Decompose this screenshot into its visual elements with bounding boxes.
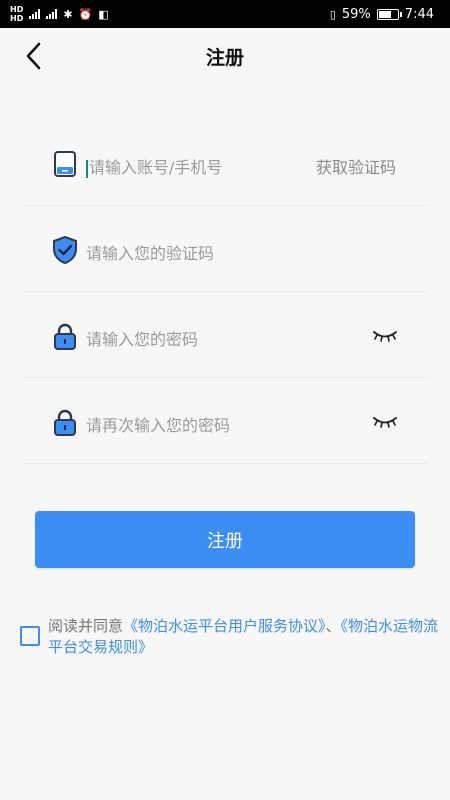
eye-closed-icon[interactable] [372, 328, 398, 342]
nav-bar: 注册 [0, 28, 450, 84]
shield-check-icon [53, 236, 77, 264]
vibrate-icon: ▯ [329, 7, 336, 21]
alarm-icon: ⏰ [78, 7, 93, 21]
account-placeholder: 请输入账号/手机号 [89, 158, 223, 177]
eye-closed-icon[interactable] [372, 414, 398, 428]
agreement-separator: 、 [325, 617, 341, 635]
user-agreement-link[interactable]: 《物泊水运平台用户服务协议》 [123, 617, 326, 635]
back-button[interactable] [18, 40, 48, 72]
page-title: 注册 [205, 46, 244, 69]
account-row: 请输入账号/手机号 获取验证码 [24, 120, 428, 206]
get-code-button[interactable]: 获取验证码 [316, 154, 396, 178]
account-input[interactable]: 请输入账号/手机号 [86, 154, 326, 178]
agreement-prefix: 阅读并同意 [48, 617, 124, 635]
bluetooth-icon: ✱ [63, 7, 73, 21]
battery-icon [376, 8, 402, 20]
hd-indicator: HD HD [10, 5, 24, 23]
phone-icon [54, 151, 76, 177]
battery-percent: 59% [341, 6, 371, 22]
password-row: 请输入您的密码 [24, 292, 428, 378]
signal-icon [29, 9, 41, 19]
chevron-left-icon [26, 42, 41, 70]
register-button[interactable]: 注册 [35, 511, 415, 568]
confirm-password-input[interactable]: 请再次输入您的密码 [86, 412, 326, 436]
clock: 7:44 [404, 6, 434, 22]
confirm-password-row: 请再次输入您的密码 [24, 378, 428, 464]
agreement-text: 阅读并同意《物泊水运平台用户服务协议》、《物泊水运物流平台交易规则》 [48, 616, 440, 658]
nfc-icon: ◧ [98, 7, 109, 21]
status-left: HD HD ✱ ⏰ ◧ [10, 5, 109, 23]
text-cursor [86, 159, 88, 178]
code-input[interactable]: 请输入您的验证码 [86, 240, 326, 264]
lock-icon [54, 409, 76, 436]
code-row: 请输入您的验证码 [24, 206, 428, 292]
password-input[interactable]: 请输入您的密码 [86, 326, 326, 350]
agree-checkbox[interactable] [20, 626, 40, 646]
status-right: ▯ 59% 7:44 [330, 7, 434, 22]
lock-icon [54, 323, 76, 350]
signal-icon-2 [46, 9, 58, 19]
status-bar: HD HD ✱ ⏰ ◧ ▯ 59% 7:44 [0, 0, 450, 28]
